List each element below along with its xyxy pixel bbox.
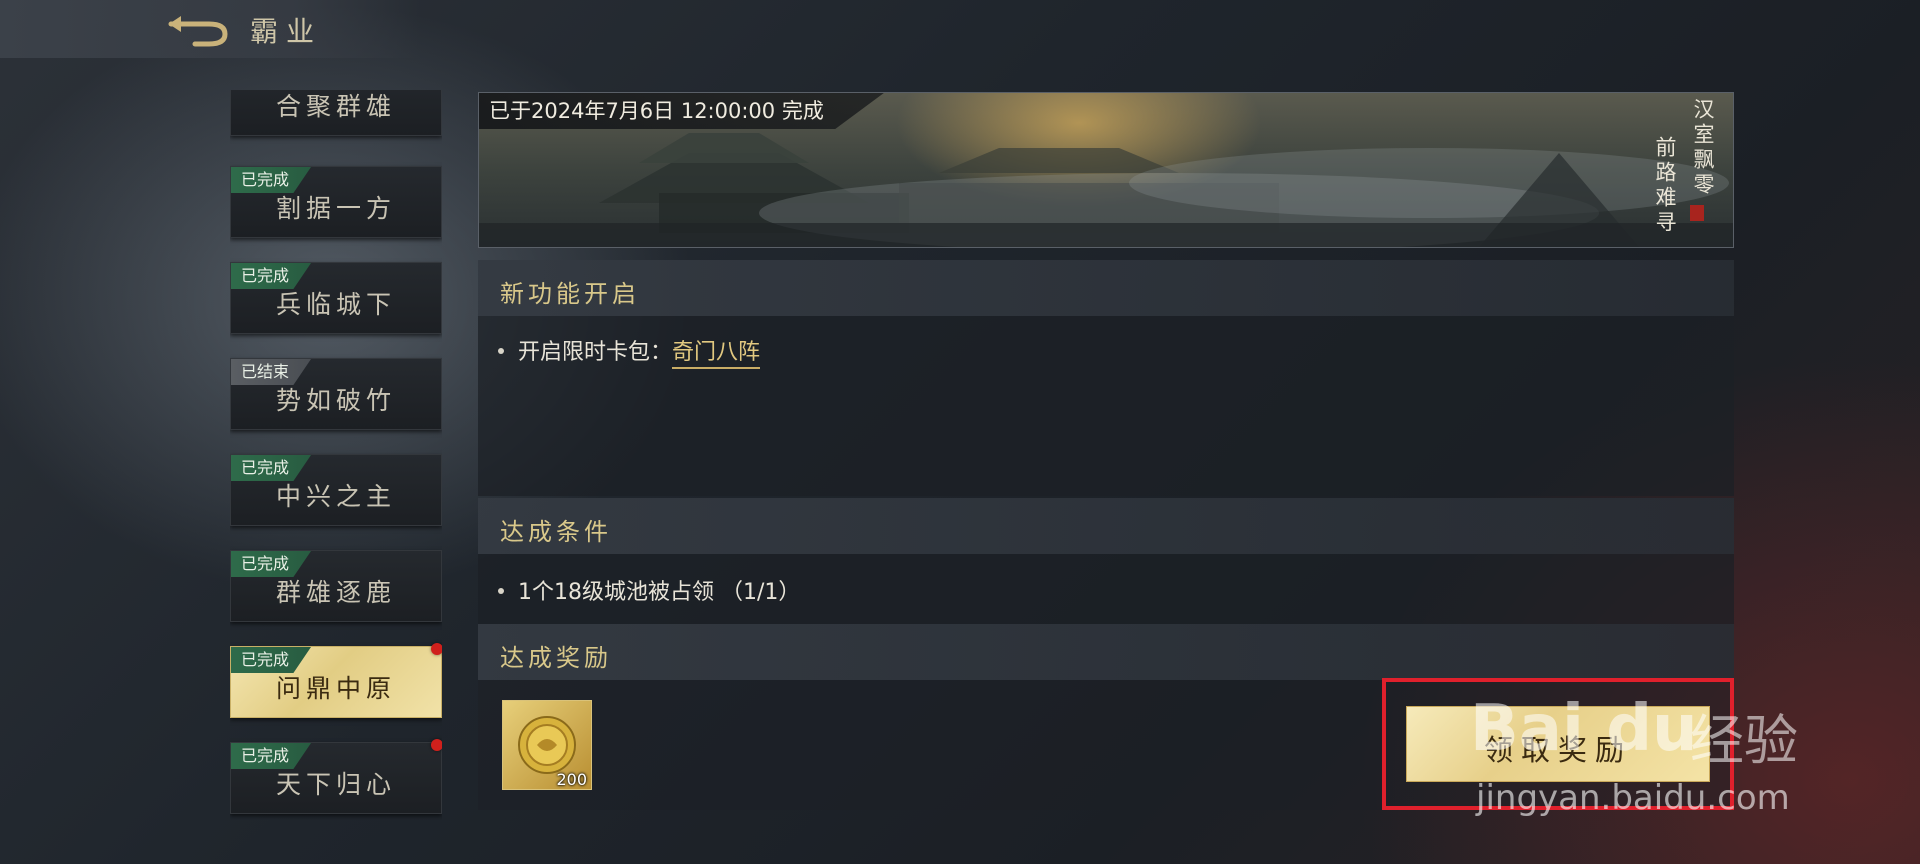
new-feature-line: 开启限时卡包：奇门八阵 xyxy=(498,334,761,369)
sidebar-item-label: 势如破竹 xyxy=(275,386,396,415)
sidebar-item-hejuqunxiong[interactable]: 合聚群雄 xyxy=(230,90,442,136)
condition-line: 1个18级城池被占领 （1/1） xyxy=(498,574,800,606)
notification-dot xyxy=(431,739,442,751)
card-pack-link[interactable]: 奇门八阵 xyxy=(672,340,761,369)
sidebar-item-tianxiaguixin[interactable]: 已完成 天下归心 xyxy=(230,739,442,814)
sidebar-item-label: 合聚群雄 xyxy=(275,92,396,121)
sidebar-item-label: 兵临城下 xyxy=(275,290,396,319)
bullet-icon xyxy=(498,348,504,354)
sidebar-item-wendingzhongyuan[interactable]: 已完成 问鼎中原 xyxy=(230,643,442,718)
poem-line-1: 汉室飘零 xyxy=(1691,98,1715,198)
sidebar-item-label: 中兴之主 xyxy=(275,482,396,511)
new-feature-title: 新功能开启 xyxy=(500,280,640,308)
new-feature-prefix: 开启限时卡包： xyxy=(518,340,673,365)
sidebar-item-qunxiongzhulu[interactable]: 已完成 群雄逐鹿 xyxy=(230,550,442,622)
chapter-sidebar: 合聚群雄 已完成 割据一方 已完成 兵临城下 已结束 势如破竹 已完成 中兴之主… xyxy=(230,90,442,820)
sidebar-item-zhongxingzhizhu[interactable]: 已完成 中兴之主 xyxy=(230,454,442,526)
completion-date: 已于2024年7月6日 12:00:00 完成 xyxy=(479,93,884,129)
new-feature-body: 开启限时卡包：奇门八阵 xyxy=(478,316,1734,496)
bullet-icon xyxy=(498,588,504,594)
condition-text: 1个18级城池被占领 （1/1） xyxy=(518,580,801,605)
condition-title: 达成条件 xyxy=(500,518,612,546)
page-title: 霸业 xyxy=(250,15,323,48)
notification-dot xyxy=(431,643,442,655)
top-bar: 霸业 xyxy=(0,0,420,58)
sidebar-item-label: 问鼎中原 xyxy=(275,674,396,703)
new-feature-header: 新功能开启 xyxy=(478,260,1734,316)
reward-count: 200 xyxy=(556,770,587,789)
highlight-annotation-box xyxy=(1382,678,1734,810)
poem-line-2: 前路难寻 xyxy=(1653,136,1677,236)
condition-body: 1个18级城池被占领 （1/1） xyxy=(478,554,1734,624)
sidebar-item-label: 群雄逐鹿 xyxy=(275,578,396,607)
sidebar-item-label: 割据一方 xyxy=(275,194,396,223)
condition-header: 达成条件 xyxy=(478,498,1734,554)
chapter-banner: 已于2024年7月6日 12:00:00 完成 xyxy=(478,92,1734,248)
gold-coin-icon xyxy=(518,716,576,774)
sidebar-item-gejuyifang[interactable]: 已完成 割据一方 xyxy=(230,166,442,238)
seal-stamp-icon xyxy=(1690,205,1704,221)
reward-title: 达成奖励 xyxy=(500,644,612,672)
reward-item[interactable]: 200 xyxy=(502,700,592,790)
sidebar-item-binglinchengxia[interactable]: 已完成 兵临城下 xyxy=(230,262,442,334)
sidebar-item-shirupozhu[interactable]: 已结束 势如破竹 xyxy=(230,358,442,430)
sidebar-item-label: 天下归心 xyxy=(275,770,396,799)
back-arrow-icon[interactable] xyxy=(165,14,231,48)
reward-header: 达成奖励 xyxy=(478,624,1734,680)
